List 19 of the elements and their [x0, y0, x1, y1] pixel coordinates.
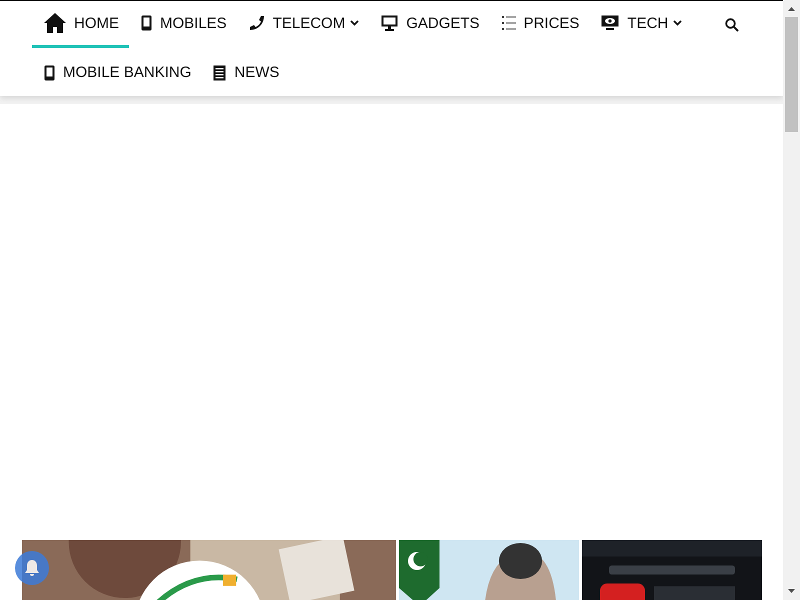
screen-eye-icon [601, 15, 620, 31]
monitor-icon [381, 15, 398, 31]
nav-menu-item[interactable]: NEWS [201, 48, 290, 95]
nav-menu-item[interactable]: TECH [589, 1, 692, 48]
search-icon [725, 18, 739, 32]
mobile-phone-icon [141, 15, 152, 31]
home-icon [44, 12, 66, 34]
nav-menu-item[interactable]: HOME [32, 1, 129, 48]
mobile-phone-icon [44, 64, 55, 80]
nav-menu-item[interactable]: PRICES [490, 1, 590, 48]
nav-menu-item[interactable]: GADGETS [369, 1, 490, 48]
scrollbar[interactable] [783, 0, 800, 600]
scrollbar-thumb[interactable] [785, 17, 798, 132]
bell-icon [24, 559, 40, 577]
phone-handset-icon [248, 15, 265, 31]
nav-menu-item[interactable]: TELECOM [236, 1, 370, 48]
nav-menu-item[interactable]: MOBILE BANKING [32, 48, 202, 95]
nav-menu-item[interactable]: MOBILES [129, 1, 237, 48]
document-icon [213, 64, 226, 80]
